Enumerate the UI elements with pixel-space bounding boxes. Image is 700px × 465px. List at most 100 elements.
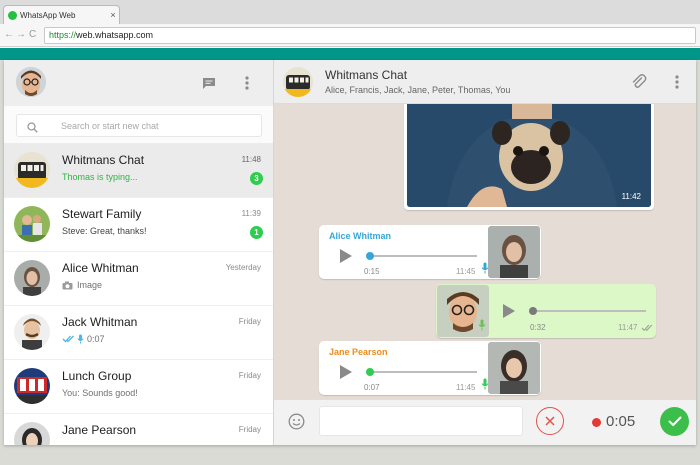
play-icon[interactable] — [339, 248, 353, 264]
my-avatar[interactable] — [16, 67, 46, 97]
recording-time: 0:05 — [606, 413, 636, 430]
chat-name: Whitmans Chat — [62, 153, 145, 167]
tab-close-icon[interactable]: × — [107, 10, 119, 20]
message-time: 11:42 — [621, 192, 641, 201]
conversation-header[interactable]: Whitmans Chat Alice, Francis, Jack, Jane… — [274, 60, 696, 104]
chat-list: Whitmans Chat 11:48 Thomas is typing... … — [4, 144, 273, 445]
voice-message-alice: Alice Whitman 0:15 11:45 — [319, 225, 541, 279]
pug-photo: 11:42 — [407, 104, 651, 207]
sender-avatar — [488, 226, 540, 278]
play-icon[interactable] — [339, 364, 353, 380]
browser-tab-strip: WhatsApp Web × — [0, 0, 700, 24]
message-input-box[interactable] — [319, 406, 523, 436]
tab-title: WhatsApp Web — [20, 10, 76, 20]
chat-time: 11:48 — [241, 155, 261, 164]
chat-time: Friday — [238, 371, 261, 380]
back-arrow-icon[interactable]: ← — [4, 29, 14, 40]
search-bar — [4, 106, 273, 144]
image-message[interactable]: 11:42 — [404, 104, 654, 210]
checkmark-icon — [668, 416, 681, 427]
camera-icon — [62, 281, 73, 289]
chat-time: Yesterday — [225, 263, 261, 272]
url-scheme: https:// — [49, 30, 77, 40]
cancel-recording-button[interactable] — [536, 407, 564, 435]
chat-name: Lunch Group — [62, 369, 132, 383]
chat-time: Friday — [238, 425, 261, 434]
chat-name: Jack Whitman — [62, 315, 138, 329]
chat-preview: Thomas is typing... — [62, 172, 138, 182]
chat-name: Jane Pearson — [62, 423, 137, 437]
chat-item-stewart-family[interactable]: Stewart Family 11:39 Steve: Great, thank… — [4, 198, 273, 252]
send-recording-button[interactable] — [660, 407, 689, 436]
chat-item-lunch-group[interactable]: Lunch Group Friday You: Sounds good! — [4, 360, 273, 414]
conversation-menu-icon[interactable] — [668, 73, 686, 91]
search-box[interactable] — [16, 114, 262, 137]
chat-time: 11:39 — [241, 209, 261, 218]
chat-preview: Image — [62, 280, 102, 290]
audio-duration: 0:32 — [530, 323, 546, 332]
message-list: 11:42 Alice Whitman 0:15 11:45 0:32 11:4… — [274, 104, 696, 400]
reload-icon[interactable]: C — [29, 29, 36, 40]
chat-item-jane-pearson[interactable]: Jane Pearson Friday — [4, 414, 273, 445]
audio-progress-knob[interactable] — [366, 252, 374, 260]
emoji-icon[interactable] — [288, 413, 305, 430]
chat-item-whitmans-chat[interactable]: Whitmans Chat 11:48 Thomas is typing... … — [4, 144, 273, 198]
chat-preview: 0:07 — [62, 334, 105, 344]
chat-preview-text: 0:07 — [87, 334, 105, 344]
new-chat-icon[interactable] — [200, 74, 218, 92]
microphone-icon — [478, 319, 486, 331]
double-check-icon — [62, 335, 74, 343]
audio-track[interactable] — [369, 255, 477, 257]
message-time: 11:45 — [456, 267, 476, 276]
chat-avatar — [14, 422, 50, 445]
conversation-pane: Whitmans Chat Alice, Francis, Jack, Jane… — [274, 60, 696, 445]
recording-indicator — [592, 418, 601, 427]
double-check-icon — [641, 324, 653, 332]
chat-item-alice-whitman[interactable]: Alice Whitman Yesterday Image — [4, 252, 273, 306]
chat-preview: Steve: Great, thanks! — [62, 226, 147, 236]
message-sender: Alice Whitman — [329, 231, 392, 241]
microphone-icon — [77, 334, 84, 344]
header-band — [0, 48, 700, 60]
composer: 0:05 — [274, 400, 696, 445]
attach-icon[interactable] — [630, 73, 648, 91]
search-icon — [27, 120, 38, 138]
group-avatar[interactable] — [283, 67, 313, 97]
voice-message-outgoing: 0:32 11:47 — [436, 284, 656, 338]
conversation-title: Whitmans Chat — [325, 68, 408, 82]
message-time: 11:45 — [456, 383, 476, 392]
chat-avatar — [14, 260, 50, 296]
unread-badge: 1 — [250, 226, 263, 239]
audio-progress-knob[interactable] — [366, 368, 374, 376]
chat-time: Friday — [238, 317, 261, 326]
browser-tab[interactable]: WhatsApp Web × — [3, 5, 120, 24]
forward-arrow-icon[interactable]: → — [16, 29, 26, 40]
url-host: web.whatsapp.com — [76, 30, 154, 40]
audio-track[interactable] — [369, 371, 477, 373]
chat-name: Stewart Family — [62, 207, 142, 221]
address-bar[interactable]: https://web.whatsapp.com — [44, 27, 696, 44]
menu-icon[interactable] — [238, 74, 256, 92]
message-time: 11:47 — [618, 323, 638, 332]
chat-avatar — [14, 368, 50, 404]
message-sender: Jane Pearson — [329, 347, 388, 357]
conversation-members: Alice, Francis, Jack, Jane, Peter, Thoma… — [325, 85, 511, 95]
chat-name: Alice Whitman — [62, 261, 139, 275]
chat-avatar — [14, 152, 50, 188]
audio-duration: 0:07 — [364, 383, 380, 392]
message-input[interactable] — [320, 407, 522, 435]
chat-item-jack-whitman[interactable]: Jack Whitman Friday 0:07 — [4, 306, 273, 360]
play-icon[interactable] — [502, 303, 516, 319]
chat-preview-text: Image — [77, 280, 103, 290]
chat-avatar — [14, 206, 50, 242]
audio-progress-knob[interactable] — [529, 307, 537, 315]
unread-badge: 3 — [250, 172, 263, 185]
sender-avatar — [488, 342, 540, 394]
search-input[interactable] — [61, 118, 251, 134]
chat-preview: You: Sounds good! — [62, 388, 138, 398]
voice-message-jane: Jane Pearson 0:07 11:45 — [319, 341, 541, 395]
audio-track[interactable] — [532, 310, 646, 312]
chat-avatar — [14, 314, 50, 350]
chat-list-pane: Whitmans Chat 11:48 Thomas is typing... … — [4, 60, 274, 445]
close-icon — [545, 416, 555, 426]
